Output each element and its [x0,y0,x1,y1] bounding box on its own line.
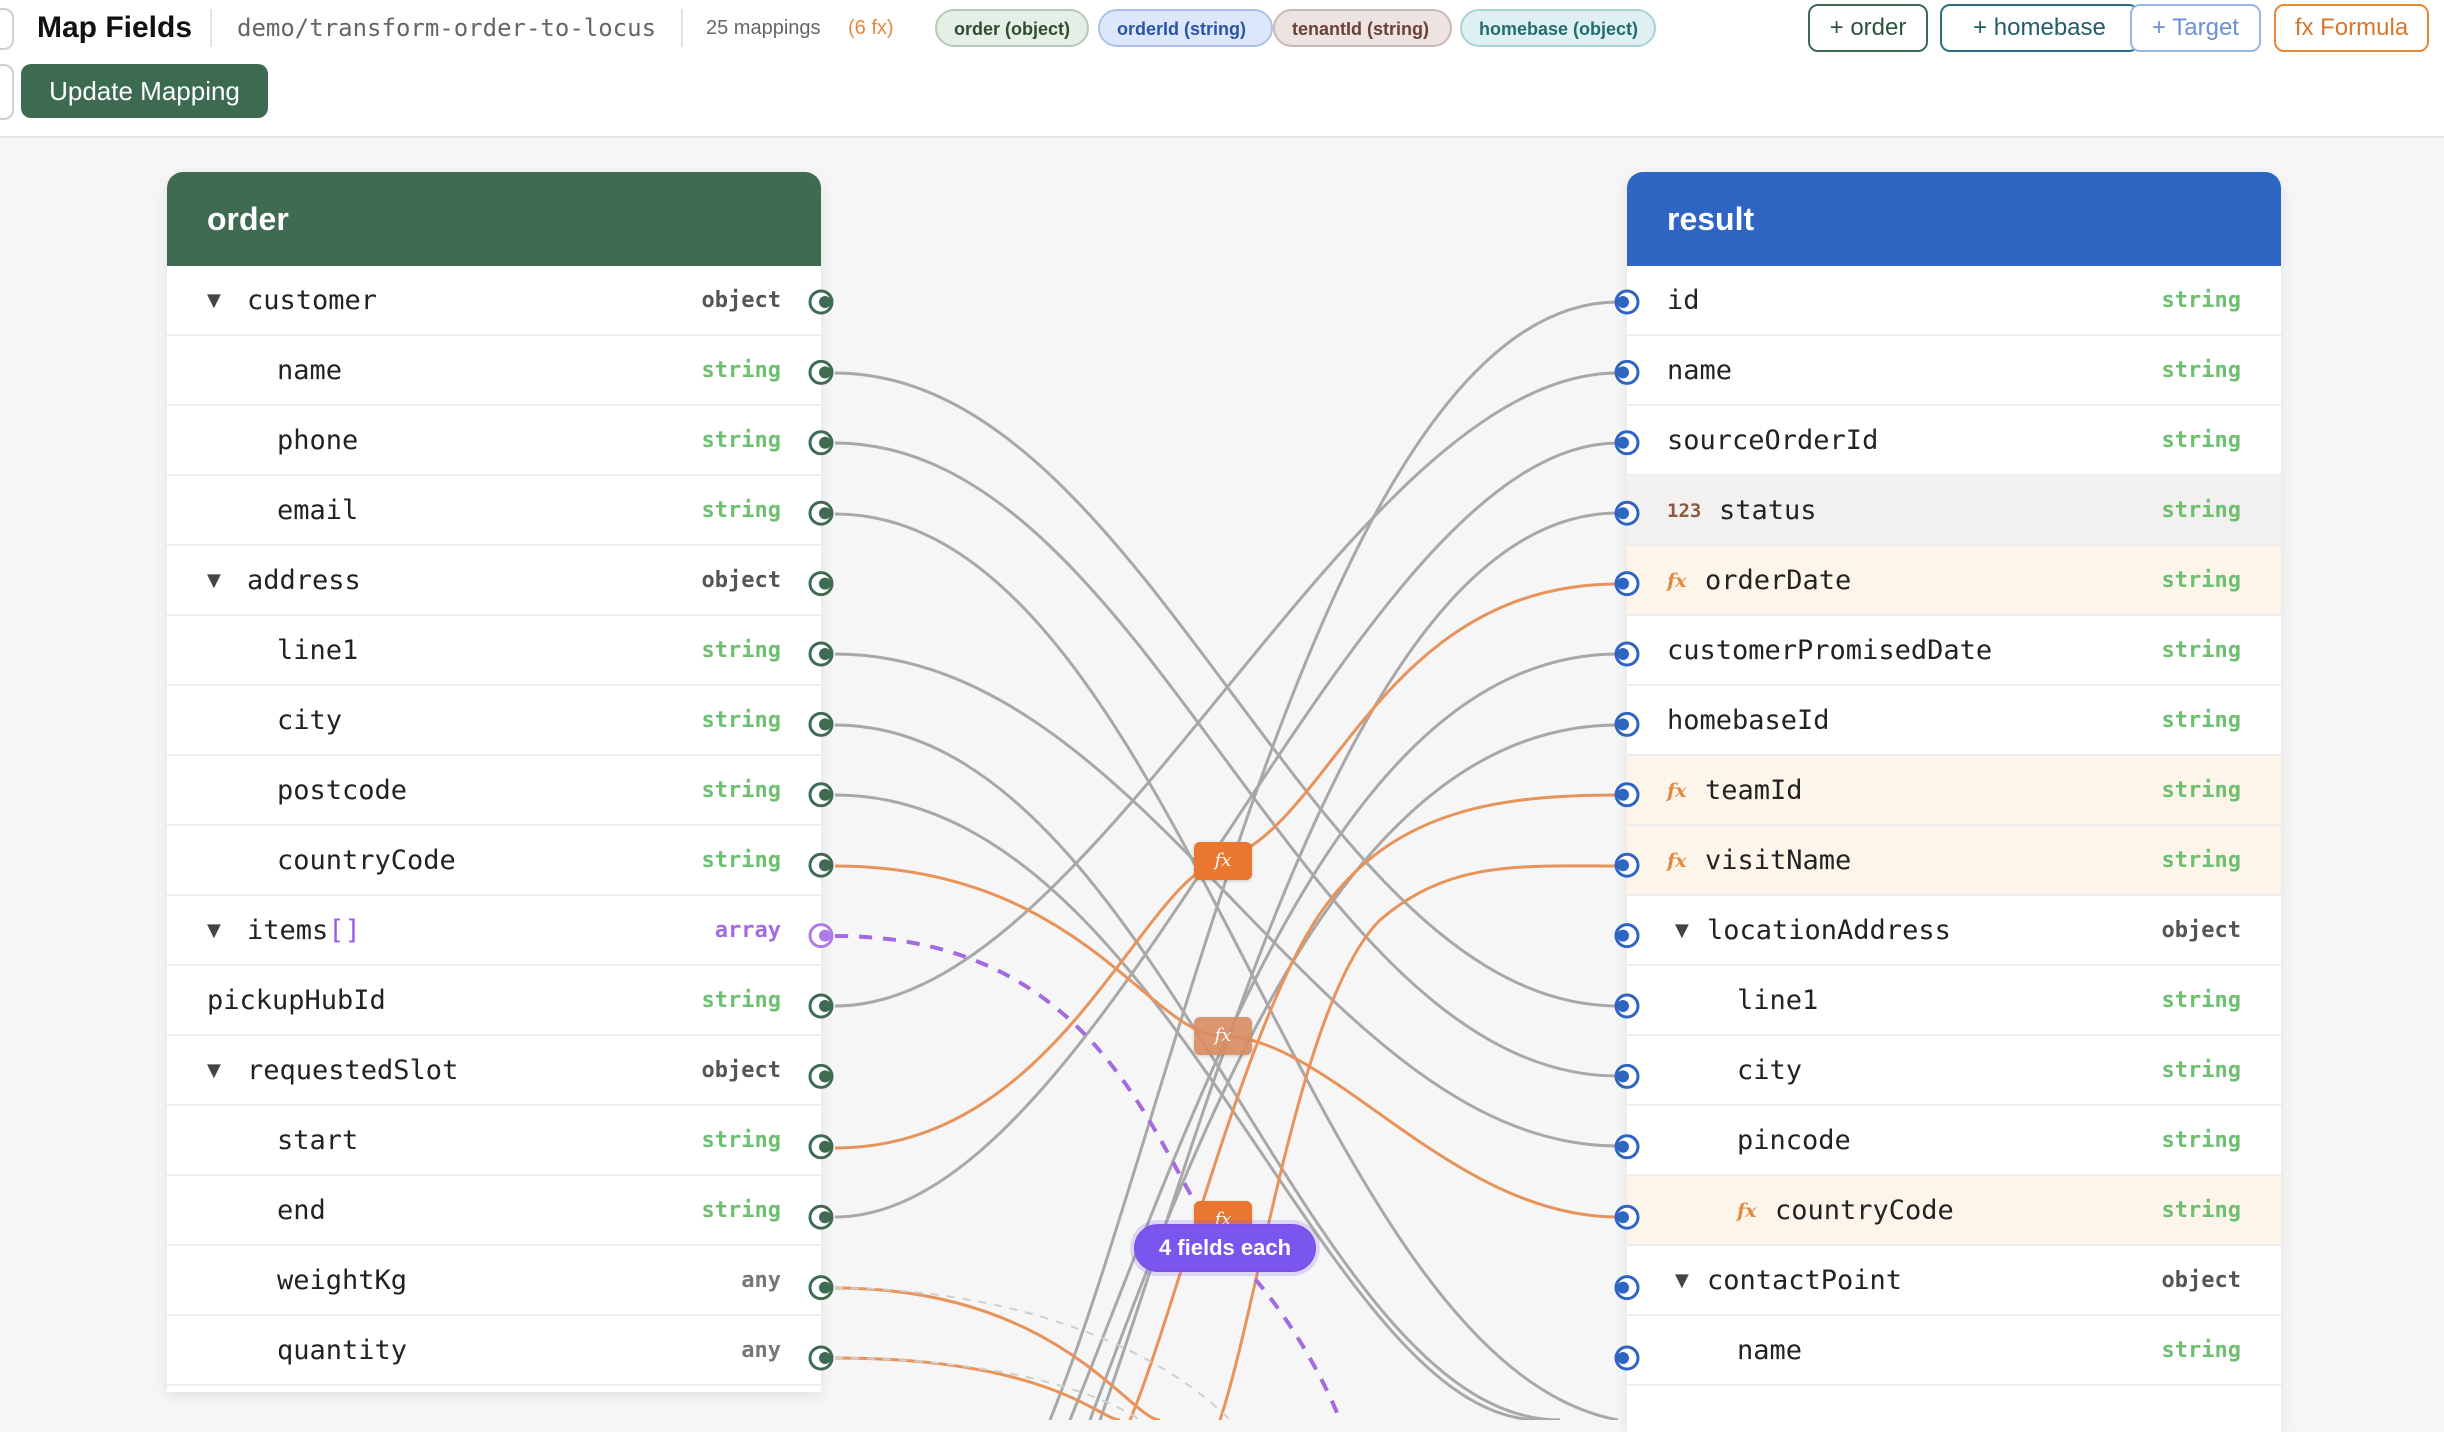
target-port-dot [1617,507,1629,520]
mapping-line [834,441,1619,1078]
target-port-dot [1617,1211,1629,1224]
array-mapping-badge[interactable]: 4 fields each [1134,1224,1316,1272]
source-port-dot [819,436,831,449]
source-port-dot [819,1000,831,1012]
target-port-dot [1617,1281,1629,1294]
target-port-dot [1617,788,1629,801]
target-port-dot [1617,296,1629,308]
formula-node[interactable]: fx [1194,1017,1252,1055]
mapping-line [1088,723,1619,1420]
source-port-dot [819,296,831,308]
target-port-dot [1617,577,1629,590]
formula-node[interactable]: fx [1194,842,1252,880]
source-port-dot [819,648,831,660]
source-port-dot [819,1352,831,1364]
formula-line [834,1286,1161,1420]
source-port-dot [819,1211,831,1224]
mapping-line [1068,652,1619,1420]
target-port-dot [1617,1140,1629,1153]
target-port-dot [1617,929,1629,942]
mapping-line [834,652,1619,1148]
source-port-dot [819,366,831,379]
target-port-dot [1617,648,1629,660]
source-port-dot [819,577,831,590]
source-port-dot [819,1140,831,1153]
source-port-dot [819,507,831,520]
target-port-dot [1617,718,1629,731]
source-port-dot [819,929,831,942]
mapping-line [834,723,1561,1420]
mapping-line [834,793,1541,1420]
target-port-dot [1617,366,1629,379]
target-port-dot [1617,1070,1629,1083]
source-port-dot [819,1281,831,1294]
formula-line [834,1356,1121,1420]
target-port-dot [1617,1000,1629,1012]
mapping-line [834,371,1619,1008]
target-port-dot [1617,859,1629,872]
source-port-dot [819,788,831,801]
source-port-dot [819,859,831,872]
target-port-dot [1617,1352,1629,1364]
target-port-dot [1617,436,1629,449]
source-port-dot [819,718,831,731]
source-port-dot [819,1070,831,1083]
